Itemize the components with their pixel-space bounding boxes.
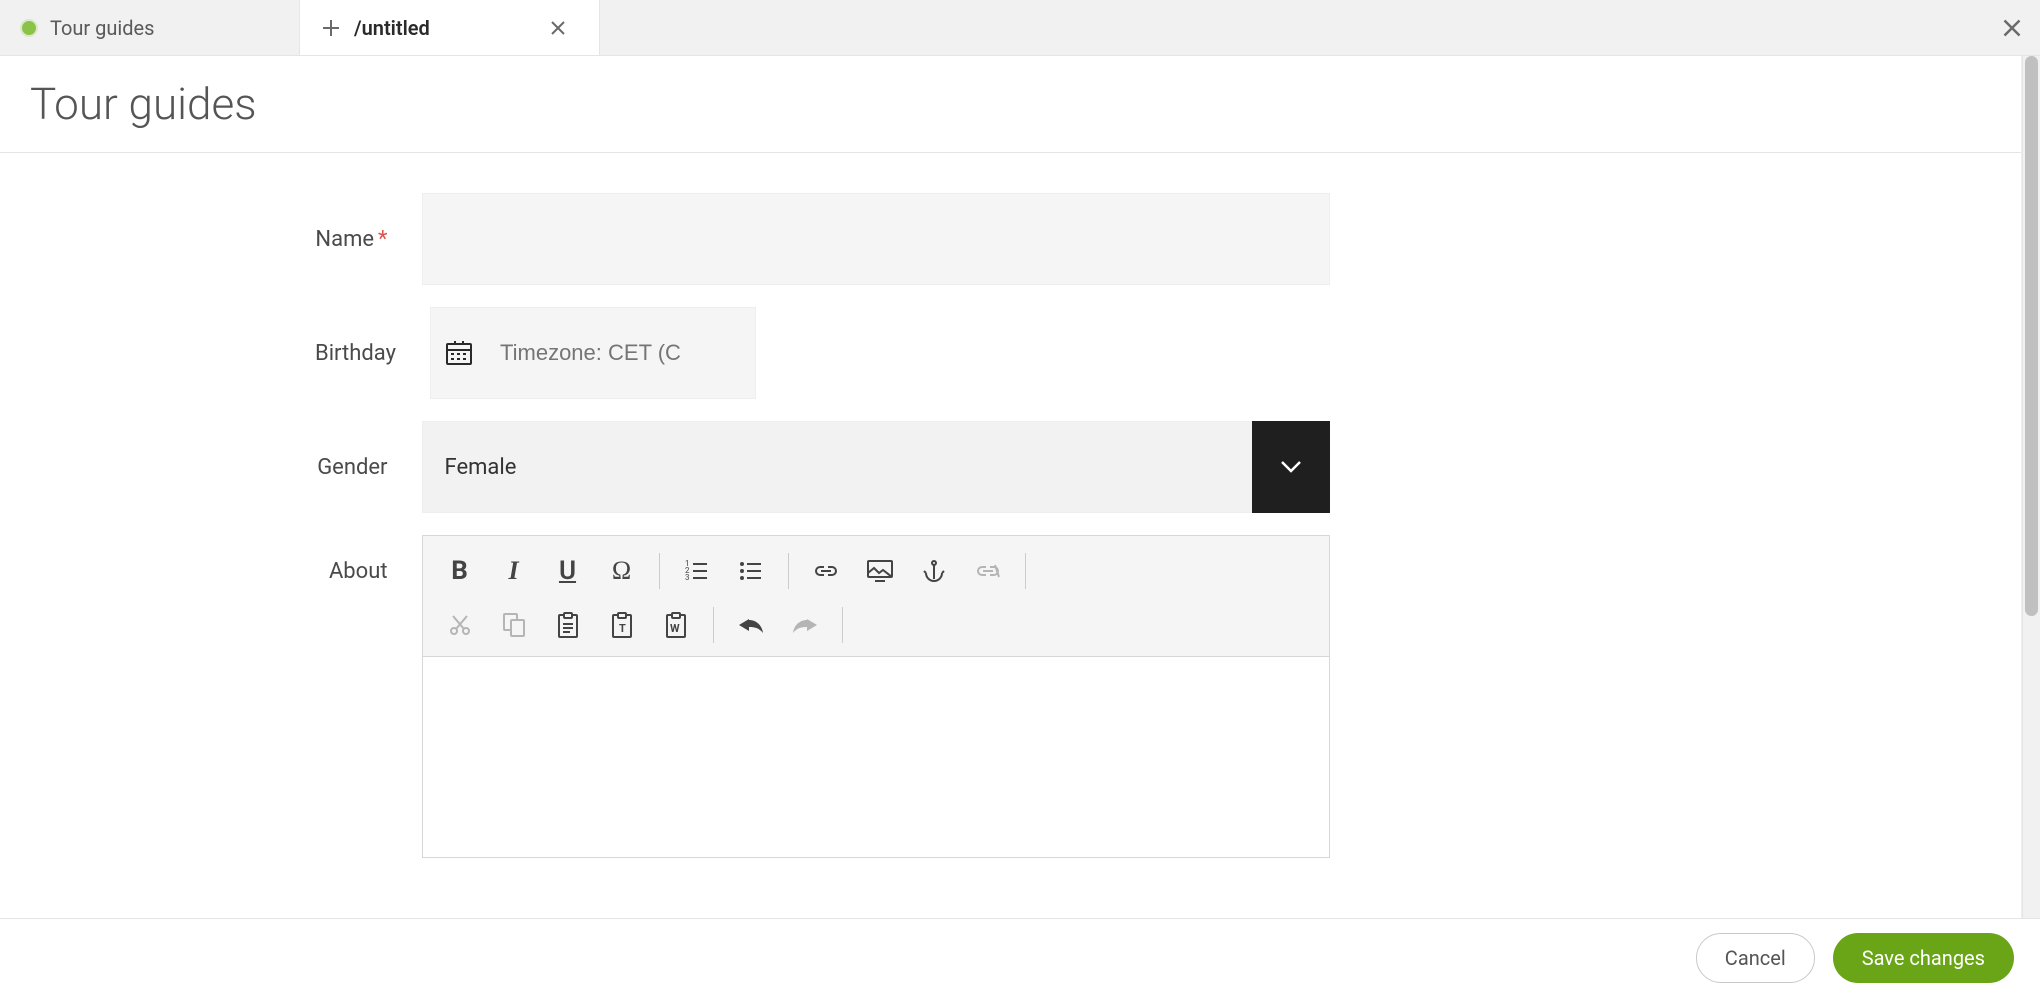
svg-text:W: W <box>670 622 680 635</box>
label-about: About <box>30 535 422 584</box>
svg-text:3: 3 <box>685 573 690 582</box>
form: Name* Birthday <box>0 153 1360 858</box>
paste-text-button[interactable]: T <box>597 600 647 650</box>
page-title: Tour guides <box>0 56 2021 152</box>
chevron-down-icon[interactable] <box>1252 421 1330 513</box>
special-char-button[interactable]: Ω <box>597 546 647 596</box>
tab-label: /untitled <box>354 16 430 40</box>
required-asterisk: * <box>378 227 387 252</box>
plus-icon <box>320 17 342 39</box>
anchor-button[interactable] <box>909 546 959 596</box>
unlink-button[interactable] <box>963 546 1013 596</box>
toolbar-separator <box>788 553 789 589</box>
scrollbar-thumb[interactable] <box>2025 56 2038 616</box>
image-button[interactable] <box>855 546 905 596</box>
copy-button[interactable] <box>489 600 539 650</box>
row-about: About B I U Ω 1 2 <box>30 535 1330 858</box>
undo-button[interactable] <box>726 600 776 650</box>
tab-untitled[interactable]: /untitled <box>300 0 600 55</box>
cut-button[interactable] <box>435 600 485 650</box>
toolbar-separator <box>842 607 843 643</box>
tab-label: Tour guides <box>50 16 154 40</box>
link-button[interactable] <box>801 546 851 596</box>
gender-select[interactable]: Female <box>422 421 1330 513</box>
rich-text-editor: B I U Ω 1 2 3 <box>422 535 1330 858</box>
row-gender: Gender Female <box>30 421 1330 513</box>
underline-button[interactable]: U <box>543 546 593 596</box>
cancel-button[interactable]: Cancel <box>1696 933 1815 983</box>
close-tab-button[interactable] <box>547 17 569 39</box>
save-button[interactable]: Save changes <box>1833 933 2014 983</box>
calendar-icon[interactable] <box>430 307 486 399</box>
rte-toolbar: B I U Ω 1 2 3 <box>423 536 1329 657</box>
redo-button[interactable] <box>780 600 830 650</box>
status-dot-icon <box>20 19 38 37</box>
close-panel-button[interactable] <box>1984 0 2040 55</box>
gender-select-value: Female <box>422 421 1252 513</box>
scrollbar[interactable] <box>2022 56 2040 918</box>
row-birthday: Birthday <box>30 307 1330 399</box>
svg-text:T: T <box>619 622 626 635</box>
footer-bar: Cancel Save changes <box>0 918 2040 996</box>
label-birthday: Birthday <box>30 341 430 366</box>
toolbar-separator <box>713 607 714 643</box>
toolbar-separator <box>659 553 660 589</box>
name-input[interactable] <box>422 193 1330 285</box>
birthday-input[interactable] <box>486 307 756 399</box>
label-name: Name* <box>30 227 422 252</box>
label-gender: Gender <box>30 455 422 480</box>
content-pane: Tour guides Name* Birthday <box>0 56 2022 918</box>
viewport: Tour guides Name* Birthday <box>0 56 2040 918</box>
unordered-list-button[interactable] <box>726 546 776 596</box>
row-name: Name* <box>30 193 1330 285</box>
rte-content[interactable] <box>423 657 1329 857</box>
tab-tour-guides[interactable]: Tour guides <box>0 0 300 55</box>
toolbar-separator <box>1025 553 1026 589</box>
ordered-list-button[interactable]: 1 2 3 <box>672 546 722 596</box>
paste-button[interactable] <box>543 600 593 650</box>
tab-bar: Tour guides /untitled <box>0 0 2040 56</box>
bold-button[interactable]: B <box>435 546 485 596</box>
italic-button[interactable]: I <box>489 546 539 596</box>
paste-word-button[interactable]: W <box>651 600 701 650</box>
